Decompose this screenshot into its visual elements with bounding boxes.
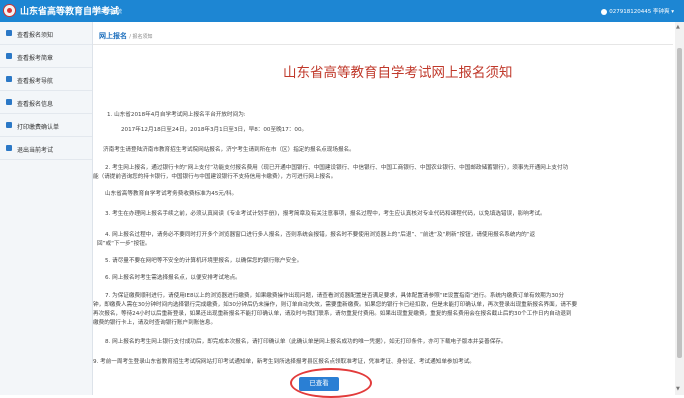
notice-paragraph: 能（请提前咨询您的持卡银行，中国银行与中国建设银行不支持信用卡缴费），方可进行网… — [93, 174, 337, 180]
logo-icon — [3, 4, 16, 17]
sidebar-item-label: 查看报名须知 — [17, 32, 54, 39]
sidebar: 查看报名须知 查看报考简章 查看报考导航 查看报名信息 打印缴费确认单 退出当前… — [0, 22, 93, 395]
notice-paragraph: 2. 考生网上报名，通过银行卡的“网上支付”功能支付报名费用（现已开通中国银行、… — [105, 165, 569, 171]
divider — [93, 44, 673, 45]
notice-paragraph: 4. 网上报名过程中，请务必不要同时打开多个浏览器窗口进行多人报名，否则系统会报… — [105, 232, 536, 238]
sidebar-item-label: 退出当前考试 — [17, 147, 54, 154]
sidebar-item-info[interactable]: 查看报名信息 — [0, 91, 92, 114]
breadcrumb: 网上报名 / 报名须知 — [99, 31, 153, 41]
user-icon — [601, 8, 608, 15]
notice-paragraph: 山东省高等教育自学考试考务费收费标准为45元/科。 — [105, 191, 238, 197]
user-name: 027918120445 李钟爽 ▾ — [609, 9, 674, 15]
notice-paragraph: 缴费的银行卡上，请及时查询银行账户到账信息。 — [93, 320, 217, 326]
notice-paragraph: 2017年12月18日至24日，2018年3月1日至3日，早8：00至晚17：0… — [121, 127, 308, 133]
breadcrumb-sub: / 报名须知 — [129, 34, 153, 40]
brochure-icon — [6, 53, 12, 59]
confirm-read-button[interactable]: 已查看 — [299, 377, 339, 391]
scrollbar-thumb[interactable] — [677, 48, 682, 358]
exit-icon — [6, 145, 12, 151]
app-subtitle: 网上报名系统 — [92, 9, 123, 15]
sidebar-item-notice[interactable]: 查看报名须知 — [0, 22, 92, 45]
sidebar-item-label: 打印缴费确认单 — [17, 124, 60, 131]
notice-paragraph: 再次报名，等待24小时以后重新登录，如果还出现重新报名不能打印确认单，请及时与我… — [93, 311, 572, 317]
page-title: 山东省高等教育自学考试网上报名须知 — [283, 65, 513, 81]
notice-paragraph: 回”或“下一步”按钮。 — [97, 241, 151, 247]
sidebar-item-brochure[interactable]: 查看报考简章 — [0, 45, 92, 68]
breadcrumb-main[interactable]: 网上报名 — [99, 32, 127, 40]
scroll-up-icon[interactable]: ▲ — [676, 24, 680, 30]
notice-paragraph: 6. 网上报名时考生需选择报名点，以便安排考试地点。 — [105, 275, 241, 281]
sidebar-item-label: 查看报考导航 — [17, 78, 54, 85]
top-bar: 山东省高等教育自学考试 网上报名系统 027918120445 李钟爽 ▾ — [0, 0, 684, 22]
notice-paragraph: 济南考生请登陆济南市教育招生考试院网站报名，济宁考生请到所在市（区）指定的报名点… — [103, 147, 355, 153]
scroll-down-icon[interactable]: ▼ — [676, 386, 680, 392]
sidebar-item-guide[interactable]: 查看报考导航 — [0, 68, 92, 91]
sidebar-item-print[interactable]: 打印缴费确认单 — [0, 114, 92, 137]
sidebar-item-label: 查看报考简章 — [17, 55, 54, 62]
notice-paragraph: 5. 请尽量不要在网吧等不安全的计算机环境里报名，以确保您的银行账户安全。 — [105, 258, 303, 264]
notice-paragraph: 9. 考前一周考生登录山东省教育招生考试院网站打印考试通知单，新考生到所选择报考… — [93, 359, 475, 365]
notice-paragraph: 钟，即缴费人需在30分钟时间内选择银行完成缴费，如30分钟后仍未操作，则订单自动… — [93, 302, 578, 308]
notice-icon — [6, 30, 12, 36]
sidebar-item-exit[interactable]: 退出当前考试 — [0, 137, 92, 160]
notice-paragraph: 8. 网上报名的考生网上银行支付成功后，即完成本次报名，请打印确认单（此确认单是… — [105, 339, 507, 345]
info-icon — [6, 99, 12, 105]
main-content: 网上报名 / 报名须知 山东省高等教育自学考试网上报名须知 1. 山东省2018… — [93, 22, 684, 398]
notice-paragraph: 7. 为保证缴费顺利进行，请使用IE8以上的浏览器进行缴费，如果缴费操作出现问题… — [105, 293, 565, 299]
sidebar-item-label: 查看报名信息 — [17, 101, 54, 108]
print-icon — [6, 122, 12, 128]
bookmark-icon — [6, 76, 12, 82]
notice-paragraph: 1. 山东省2018年4月自学考试网上报名平台开放时间为: — [107, 112, 246, 118]
notice-paragraph: 3. 考生在办理网上报名手续之前，必须认真阅读《专业考试计划手册》，报考简章及有… — [105, 211, 546, 217]
user-menu[interactable]: 027918120445 李钟爽 ▾ — [601, 7, 674, 15]
